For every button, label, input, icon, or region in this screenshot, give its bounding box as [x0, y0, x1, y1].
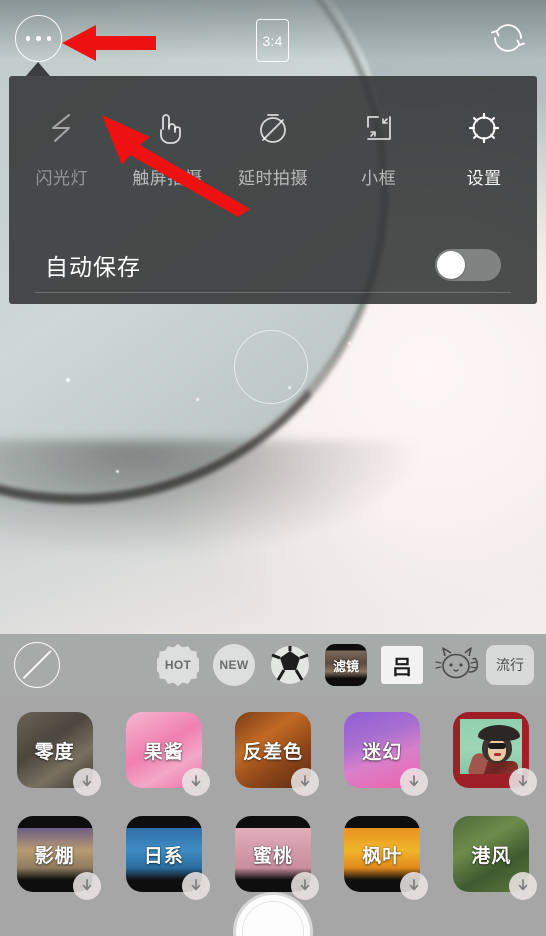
filter-cell[interactable]: 零度: [0, 712, 109, 816]
new-badge-icon: NEW: [213, 644, 255, 686]
gear-icon: [461, 102, 507, 154]
filter-tile-rixi[interactable]: 日系: [125, 816, 210, 900]
download-arrow-icon[interactable]: [181, 872, 210, 900]
filter-category-bar: HOT NEW 滤镜 吕 流行: [0, 634, 546, 696]
panel-item-settings[interactable]: 设置: [431, 76, 537, 189]
download-arrow-icon[interactable]: [400, 768, 429, 796]
category-label: 滤镜: [332, 658, 359, 674]
filter-cell[interactable]: 迷幻: [328, 712, 437, 816]
category-hot[interactable]: HOT: [155, 642, 201, 688]
camera-flip-icon: [491, 24, 525, 52]
character-card-icon: 吕: [381, 646, 423, 684]
download-arrow-icon[interactable]: [509, 872, 538, 900]
category-filter[interactable]: 滤镜: [323, 642, 369, 688]
panel-item-flash[interactable]: 闪光灯: [9, 76, 115, 189]
category-new[interactable]: NEW: [211, 642, 257, 688]
category-cat-sticker[interactable]: [435, 642, 481, 688]
filter-cell[interactable]: [437, 712, 546, 816]
viewfinder-speck: [116, 470, 119, 473]
autosave-toggle[interactable]: [435, 249, 501, 281]
panel-item-label: 小框: [361, 169, 397, 188]
filter-name: 影棚: [34, 845, 75, 867]
arrow-left-icon: [62, 25, 156, 61]
viewfinder-speck: [348, 342, 351, 345]
annotation-arrow-top: [62, 20, 158, 71]
arrow-up-left-icon: [102, 115, 250, 217]
panel-item-label: 闪光灯: [35, 169, 89, 188]
ellipsis-icon: [46, 36, 52, 41]
download-arrow-icon[interactable]: [509, 768, 538, 796]
filter-tile-lingdu[interactable]: 零度: [16, 712, 101, 796]
download-arrow-icon[interactable]: [72, 872, 101, 900]
filter-name: 反差色: [242, 741, 303, 763]
aspect-ratio-button[interactable]: 3:4: [256, 19, 289, 62]
download-arrow-icon[interactable]: [291, 768, 319, 796]
filter-cell[interactable]: 枫叶: [328, 816, 437, 920]
filter-tile-guojiang[interactable]: 果酱: [125, 712, 210, 796]
filter-tile-fengye[interactable]: 枫叶: [344, 816, 429, 900]
filter-name: 港风: [471, 845, 512, 867]
filter-cell[interactable]: 果酱: [109, 712, 218, 816]
panel-caret: [26, 62, 50, 76]
download-arrow-icon[interactable]: [72, 768, 101, 796]
panel-icon-row: 闪光灯 触屏拍摄 延时拍摄 小框 设置: [9, 76, 537, 226]
download-arrow-icon[interactable]: [291, 872, 319, 900]
filter-name: 零度: [34, 741, 75, 763]
category-sports[interactable]: [267, 642, 313, 688]
viewfinder-speck: [196, 398, 199, 401]
category-label: 吕: [392, 656, 412, 679]
filter-name: 果酱: [143, 741, 184, 763]
filter-cell[interactable]: 港风: [437, 816, 546, 920]
category-label: HOT: [164, 658, 192, 672]
filter-cell[interactable]: 反差色: [218, 712, 327, 816]
category-character[interactable]: 吕: [379, 642, 425, 688]
more-options-button[interactable]: [15, 15, 62, 62]
filter-name: 日系: [143, 845, 184, 867]
hot-badge-icon: HOT: [157, 644, 199, 686]
filter-tile-gangfeng[interactable]: 港风: [453, 816, 538, 900]
category-no-filter[interactable]: [14, 642, 60, 688]
camera-options-panel: 闪光灯 触屏拍摄 延时拍摄 小框 设置 自动保存: [9, 76, 537, 304]
ellipsis-icon: [25, 36, 31, 41]
filter-name: 枫叶: [362, 845, 403, 867]
download-arrow-icon[interactable]: [400, 872, 429, 900]
filter-thumb-icon: 滤镜: [325, 644, 367, 686]
viewfinder-shadow: [0, 440, 546, 590]
filter-tile-mitao[interactable]: 蜜桃: [235, 816, 319, 900]
cat-face-icon: [435, 647, 479, 679]
category-label: NEW: [219, 658, 249, 672]
crop-frame-icon: [356, 102, 402, 154]
filter-tile-mihuan[interactable]: 迷幻: [344, 712, 429, 796]
filter-cell[interactable]: 影棚: [0, 816, 109, 920]
aspect-ratio-label: 3:4: [262, 32, 283, 49]
filter-tile-photo[interactable]: [453, 712, 538, 796]
ellipsis-icon: [36, 36, 41, 41]
soccer-ball-icon: [271, 646, 309, 684]
filter-tile-yingpeng[interactable]: 影棚: [16, 816, 101, 900]
panel-item-small-frame[interactable]: 小框: [326, 76, 432, 189]
filter-name: 迷幻: [362, 741, 403, 763]
filter-name: 蜜桃: [252, 845, 293, 867]
timer-off-icon: [250, 102, 296, 154]
flash-icon: [39, 102, 85, 154]
category-trending[interactable]: 流行: [486, 645, 534, 685]
toggle-knob: [437, 251, 465, 279]
download-arrow-icon[interactable]: [181, 768, 210, 796]
annotation-arrow-panel: [100, 105, 252, 222]
panel-item-label: 设置: [466, 169, 502, 188]
camera-flip-button[interactable]: [486, 16, 530, 60]
filter-cell[interactable]: 日系: [109, 816, 218, 920]
filter-row: 零度 果酱 反差色 迷幻: [0, 712, 546, 816]
category-trending-label: 流行: [496, 657, 524, 673]
autosave-label: 自动保存: [45, 254, 141, 280]
autosave-row[interactable]: 自动保存: [9, 226, 537, 304]
viewfinder-speck: [66, 378, 70, 382]
filter-tile-fanchase[interactable]: 反差色: [235, 712, 319, 796]
photo-portrait: [460, 719, 523, 774]
focus-ring: [234, 330, 308, 404]
